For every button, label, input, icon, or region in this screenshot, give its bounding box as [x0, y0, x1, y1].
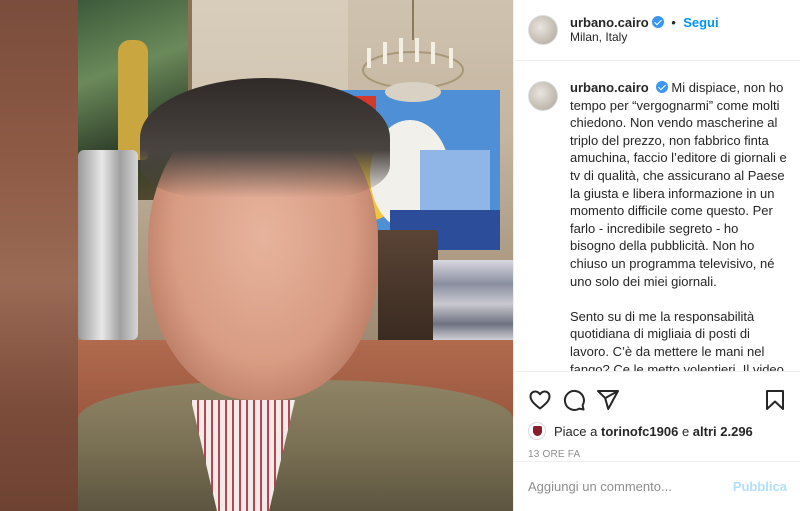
- media-blur-left: [0, 0, 78, 511]
- post-side-panel: urbano.cairo • Segui Milan, Italy urbano…: [513, 0, 800, 511]
- likes-others-link[interactable]: altri 2.296: [693, 424, 753, 439]
- publish-button[interactable]: Pubblica: [733, 479, 787, 494]
- likes-middle: e: [681, 423, 690, 439]
- caption-verified-icon: [655, 81, 668, 93]
- photo-jacket: [78, 380, 513, 511]
- action-icons-row: [514, 372, 800, 416]
- add-comment-bar: Pubblica: [514, 461, 800, 511]
- post-photo: [78, 0, 513, 511]
- liker-username-link[interactable]: torinofc1906: [601, 424, 678, 439]
- caption: urbano.cairo Mi dispiace, non ho tempo p…: [570, 79, 787, 371]
- verified-badge-icon: [651, 16, 664, 28]
- likes-prefix: Piace a: [554, 423, 598, 439]
- username-link[interactable]: urbano.cairo: [570, 15, 649, 30]
- post-media[interactable]: [0, 0, 513, 511]
- comments-area[interactable]: urbano.cairo Mi dispiace, non ho tempo p…: [514, 61, 800, 371]
- photo-books: [433, 260, 513, 340]
- bookmark-icon[interactable]: [763, 388, 787, 412]
- caption-text: Mi dispiace, non ho tempo per “vergognar…: [570, 80, 787, 371]
- heart-icon[interactable]: [528, 388, 552, 412]
- caption-avatar[interactable]: [528, 81, 558, 111]
- photo-chandelier: [362, 0, 464, 102]
- likes-summary[interactable]: Piace a torinofc1906 e altri 2.296: [514, 416, 800, 440]
- post-timestamp[interactable]: 13 ORE FA: [514, 440, 800, 460]
- photo-hair: [140, 78, 390, 198]
- post-header: urbano.cairo • Segui Milan, Italy: [514, 0, 800, 61]
- photo-box: [378, 230, 438, 340]
- post-header-text: urbano.cairo • Segui Milan, Italy: [570, 15, 719, 45]
- location-link[interactable]: Milan, Italy: [570, 30, 719, 45]
- caption-username-link[interactable]: urbano.cairo: [570, 80, 649, 95]
- follow-button[interactable]: Segui: [683, 15, 718, 30]
- liker-avatar-icon: [528, 422, 546, 440]
- post-actions: Piace a torinofc1906 e altri 2.296 13 OR…: [514, 371, 800, 511]
- separator-dot: •: [671, 15, 676, 30]
- avatar[interactable]: [528, 15, 558, 45]
- comment-icon[interactable]: [562, 388, 586, 412]
- share-icon[interactable]: [596, 388, 620, 412]
- comment-input[interactable]: [528, 479, 733, 494]
- caption-row: urbano.cairo Mi dispiace, non ho tempo p…: [528, 79, 787, 371]
- photo-vase: [78, 150, 138, 340]
